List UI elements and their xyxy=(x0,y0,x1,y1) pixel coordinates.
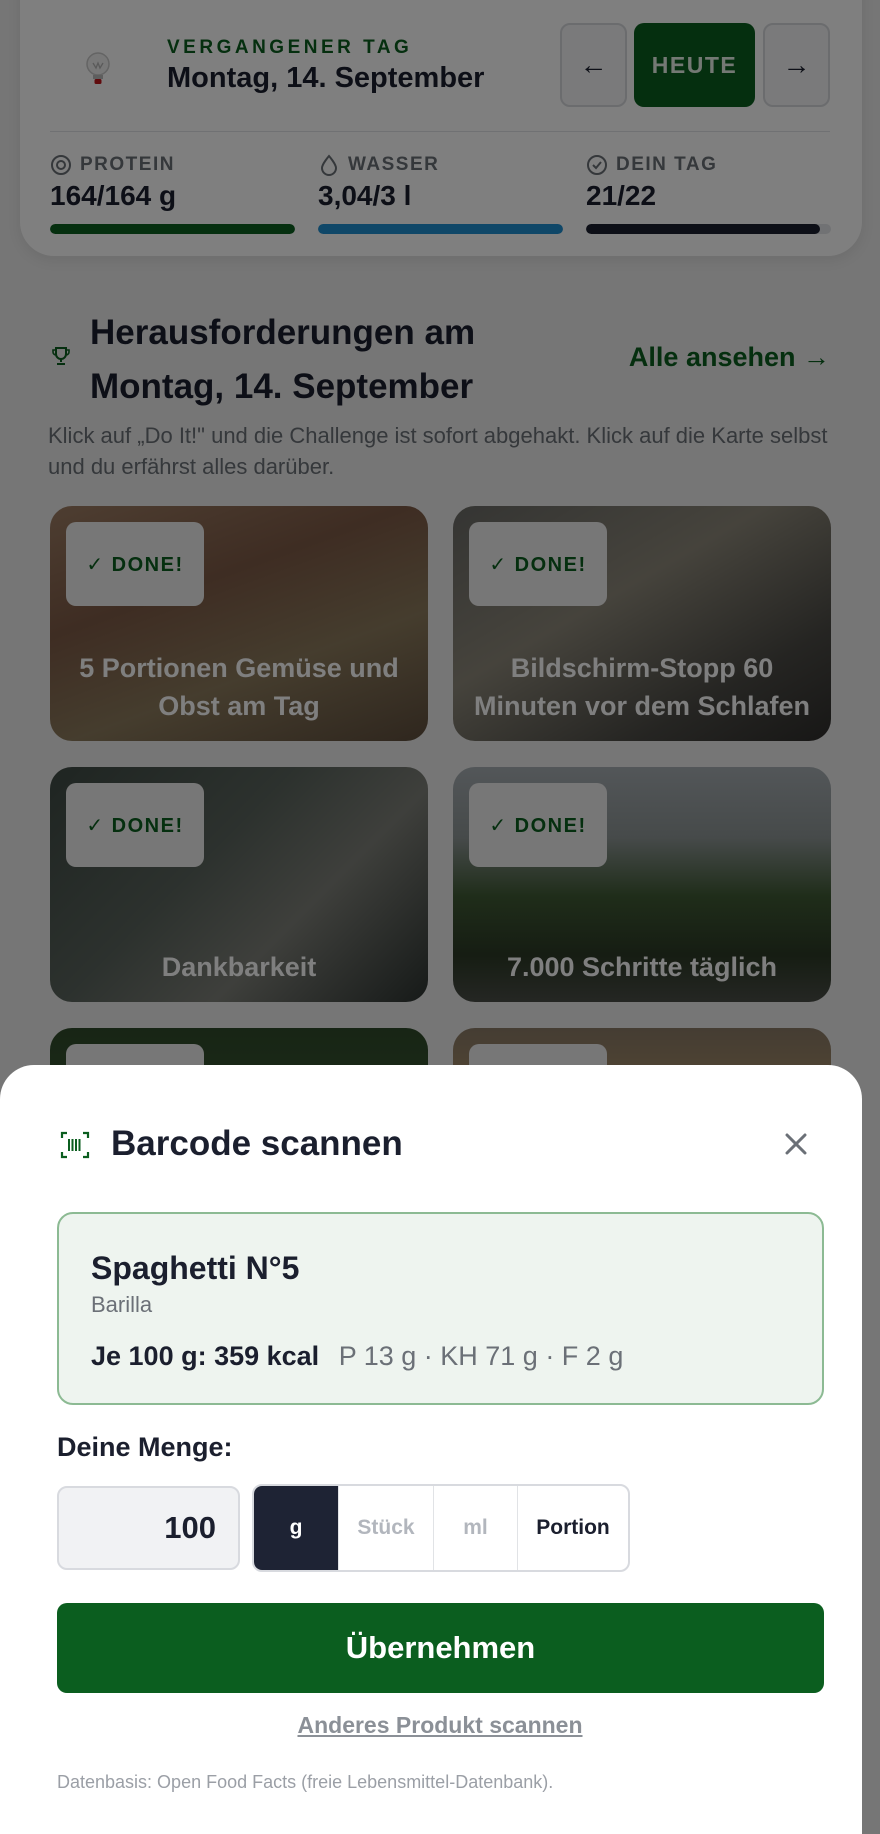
unit-option-stueck[interactable]: Stück xyxy=(339,1486,434,1570)
product-brand: Barilla xyxy=(91,1292,153,1317)
nutrition-info: Je 100 g: 359 kcal P 13 g · KH 71 g · F … xyxy=(91,1341,623,1372)
product-name: Spaghetti N°5 xyxy=(91,1250,300,1286)
quantity-label: Deine Menge: xyxy=(57,1432,233,1462)
macros: P 13 g · KH 71 g · F 2 g xyxy=(338,1341,624,1371)
unit-option-portion[interactable]: Portion xyxy=(518,1486,628,1570)
barcode-scan-icon xyxy=(60,1131,90,1159)
unit-option-g[interactable]: g xyxy=(254,1486,339,1570)
quantity-input[interactable]: 100 xyxy=(57,1486,240,1570)
calories-per-100g: Je 100 g: 359 kcal xyxy=(91,1341,320,1371)
product-card: Spaghetti N°5 Barilla Je 100 g: 359 kcal… xyxy=(57,1212,824,1405)
unit-option-ml[interactable]: ml xyxy=(434,1486,518,1570)
sheet-title: Barcode scannen xyxy=(111,1124,403,1163)
data-source-footnote: Datenbasis: Open Food Facts (freie Leben… xyxy=(57,1772,554,1792)
close-icon[interactable] xyxy=(780,1128,812,1160)
unit-selector: g Stück ml Portion xyxy=(252,1484,630,1572)
scan-other-product-link[interactable]: Anderes Produkt scannen xyxy=(0,1712,880,1739)
apply-button[interactable]: Übernehmen xyxy=(57,1603,824,1693)
